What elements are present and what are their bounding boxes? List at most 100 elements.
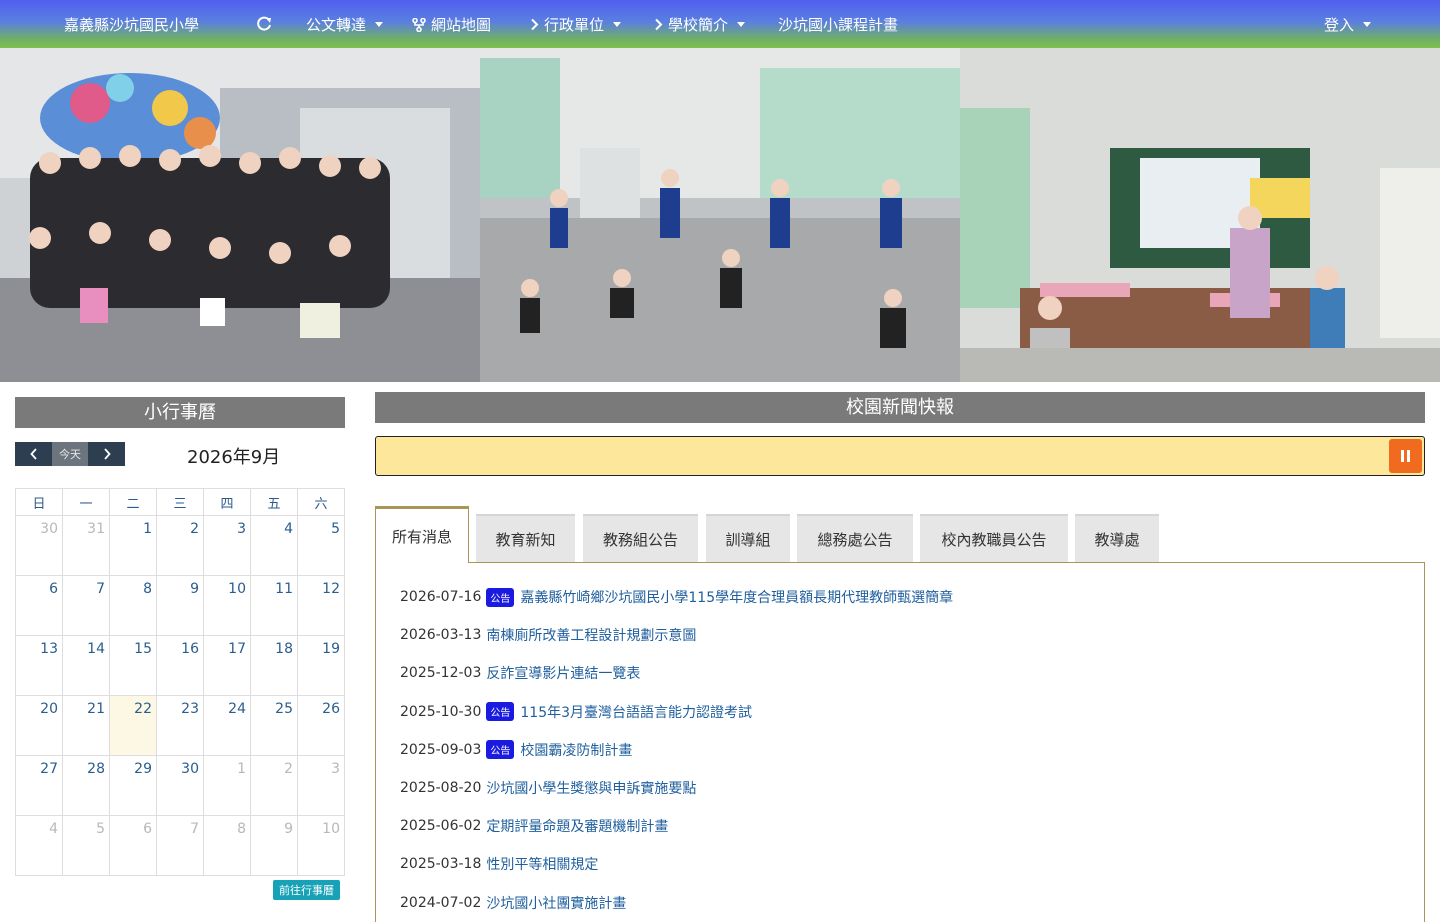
- announcement-badge: 公告: [486, 740, 515, 760]
- calendar-day-cell[interactable]: 9: [156, 575, 204, 636]
- calendar-day-cell[interactable]: 31: [62, 515, 110, 576]
- calendar-day-cell[interactable]: 4: [250, 515, 298, 576]
- calendar-day-cell[interactable]: 28: [62, 755, 110, 816]
- news-date: 2025-08-20: [400, 780, 482, 796]
- refresh-icon[interactable]: [256, 16, 272, 32]
- nav-item-sitemap[interactable]: 網站地圖: [412, 14, 491, 35]
- chevron-left-icon: [29, 448, 37, 460]
- calendar-day-cell[interactable]: 3: [297, 755, 345, 816]
- calendar-day-cell[interactable]: 3: [203, 515, 251, 576]
- calendar-day-cell[interactable]: 6: [15, 575, 63, 636]
- today-button[interactable]: 今天: [52, 442, 88, 466]
- calendar-day-cell[interactable]: 30: [156, 755, 204, 816]
- tab-general-affairs[interactable]: 總務處公告: [797, 514, 913, 562]
- tab-discipline[interactable]: 訓導組: [706, 514, 790, 562]
- login-label: 登入: [1324, 16, 1355, 34]
- nav-item-documents[interactable]: 公文轉達: [306, 14, 384, 35]
- news-title-link[interactable]: 嘉義縣竹崎鄉沙坑國民小學115學年度合理員額長期代理教師甄選簡章: [520, 587, 953, 607]
- calendar-day-cell[interactable]: 16: [156, 635, 204, 696]
- campus-news: 校園新聞快報 所有消息 教育新知 教務組公告 訓導組 總務處公告 校內教職員公告…: [375, 392, 1425, 922]
- news-item: 2026-03-13 南棟廁所改善工程設計規劃示意圖: [400, 625, 696, 645]
- news-tabs: 所有消息 教育新知 教務組公告 訓導組 總務處公告 校內教職員公告 教導處: [375, 506, 1425, 563]
- goto-calendar-button[interactable]: 前往行事曆: [273, 880, 340, 900]
- calendar-day-cell[interactable]: 29: [109, 755, 157, 816]
- calendar-day-cell[interactable]: 8: [109, 575, 157, 636]
- prev-month-button[interactable]: [15, 442, 52, 466]
- login-dropdown[interactable]: 登入: [1324, 14, 1372, 35]
- calendar-nav-buttons: 今天: [15, 442, 125, 466]
- calendar-toolbar: 今天 2026年9月: [15, 441, 345, 471]
- weekday-label: 四: [203, 488, 251, 516]
- calendar-day-cell[interactable]: 19: [297, 635, 345, 696]
- calendar-day-cell[interactable]: 26: [297, 695, 345, 756]
- calendar-day-cell[interactable]: 15: [109, 635, 157, 696]
- news-section-title: 校園新聞快報: [375, 392, 1425, 423]
- calendar-day-cell[interactable]: 1: [203, 755, 251, 816]
- calendar-day-cell[interactable]: 13: [15, 635, 63, 696]
- news-title-link[interactable]: 沙坑國小社團實施計畫: [486, 893, 626, 913]
- calendar-day-cell[interactable]: 17: [203, 635, 251, 696]
- calendar-day-cell[interactable]: 27: [15, 755, 63, 816]
- calendar-day-cell[interactable]: 7: [62, 575, 110, 636]
- sitemap-icon: [412, 17, 426, 32]
- next-month-button[interactable]: [88, 442, 125, 466]
- chevron-right-icon: [654, 18, 663, 31]
- calendar-week-row: 4 5 6 7 8 9 10: [15, 815, 345, 876]
- news-item: 2026-07-16 公告 嘉義縣竹崎鄉沙坑國民小學115學年度合理員額長期代理教師…: [400, 587, 953, 607]
- site-brand-link[interactable]: 嘉義縣沙坑國民小學: [64, 14, 199, 35]
- calendar-day-cell[interactable]: 5: [62, 815, 110, 876]
- news-title-link[interactable]: 反詐宣導影片連結一覽表: [486, 663, 640, 683]
- marquee-pause-button[interactable]: [1389, 439, 1422, 473]
- calendar-day-cell[interactable]: 9: [250, 815, 298, 876]
- nav-item-admin-units-label: 行政單位: [544, 16, 605, 34]
- calendar-day-cell[interactable]: 18: [250, 635, 298, 696]
- news-item: 2025-10-30 公告 115年3月臺灣台語語言能力認證考試: [400, 702, 752, 722]
- news-title-link[interactable]: 沙坑國小學生獎懲與申訴實施要點: [486, 778, 696, 798]
- nav-item-school-intro[interactable]: 學校簡介: [654, 14, 746, 35]
- news-date: 2025-09-03: [400, 741, 482, 758]
- news-date: 2025-06-02: [400, 818, 482, 835]
- calendar-day-cell[interactable]: 12: [297, 575, 345, 636]
- calendar-week-row: 20 21 22 23 24 25 26: [15, 695, 345, 756]
- calendar-day-cell[interactable]: 6: [109, 815, 157, 876]
- tab-guidance-office[interactable]: 教導處: [1075, 514, 1159, 562]
- calendar-day-cell[interactable]: 5: [297, 515, 345, 576]
- calendar-day-cell[interactable]: 2: [156, 515, 204, 576]
- calendar-day-cell[interactable]: 22: [109, 695, 157, 756]
- news-title-link[interactable]: 南棟廁所改善工程設計規劃示意圖: [486, 625, 696, 645]
- news-marquee: [375, 436, 1425, 476]
- tab-academic-announcements[interactable]: 教務組公告: [583, 514, 698, 562]
- news-title-link[interactable]: 115年3月臺灣台語語言能力認證考試: [520, 702, 752, 722]
- calendar-day-cell[interactable]: 2: [250, 755, 298, 816]
- calendar-day-cell[interactable]: 14: [62, 635, 110, 696]
- top-navbar: 嘉義縣沙坑國民小學 公文轉達 網站地圖 行政單位 學校簡介 沙坑國小課程計畫 登…: [0, 0, 1440, 48]
- calendar-day-cell[interactable]: 30: [15, 515, 63, 576]
- news-date: 2026-03-13: [400, 627, 482, 644]
- weekday-label: 二: [109, 488, 157, 516]
- calendar-day-cell[interactable]: 1: [109, 515, 157, 576]
- news-title-link[interactable]: 性別平等相關規定: [486, 854, 598, 874]
- calendar-day-cell[interactable]: 21: [62, 695, 110, 756]
- news-title-link[interactable]: 定期評量命題及審題機制計畫: [486, 816, 668, 836]
- calendar-day-cell[interactable]: 23: [156, 695, 204, 756]
- calendar-day-cell[interactable]: 4: [15, 815, 63, 876]
- nav-item-admin-units[interactable]: 行政單位: [530, 14, 622, 35]
- photo-banner: [0, 48, 1440, 382]
- weekday-label: 六: [297, 488, 345, 516]
- calendar-day-cell[interactable]: 20: [15, 695, 63, 756]
- calendar-day-cell[interactable]: 25: [250, 695, 298, 756]
- tab-all-news[interactable]: 所有消息: [375, 506, 469, 563]
- news-title-link[interactable]: 校園霸凌防制計畫: [520, 740, 632, 760]
- tab-education-news[interactable]: 教育新知: [476, 514, 575, 562]
- nav-item-curriculum[interactable]: 沙坑國小課程計畫: [778, 14, 898, 35]
- news-item: 2025-08-20 沙坑國小學生獎懲與申訴實施要點: [400, 778, 696, 798]
- calendar-day-cell[interactable]: 10: [203, 575, 251, 636]
- tab-staff-announcements[interactable]: 校內教職員公告: [920, 514, 1068, 562]
- calendar-day-cell[interactable]: 11: [250, 575, 298, 636]
- calendar-day-cell[interactable]: 24: [203, 695, 251, 756]
- calendar-month-label: 2026年9月: [187, 447, 281, 468]
- calendar-day-cell[interactable]: 7: [156, 815, 204, 876]
- news-item: 2025-06-02 定期評量命題及審題機制計畫: [400, 816, 668, 836]
- calendar-day-cell[interactable]: 8: [203, 815, 251, 876]
- calendar-day-cell[interactable]: 10: [297, 815, 345, 876]
